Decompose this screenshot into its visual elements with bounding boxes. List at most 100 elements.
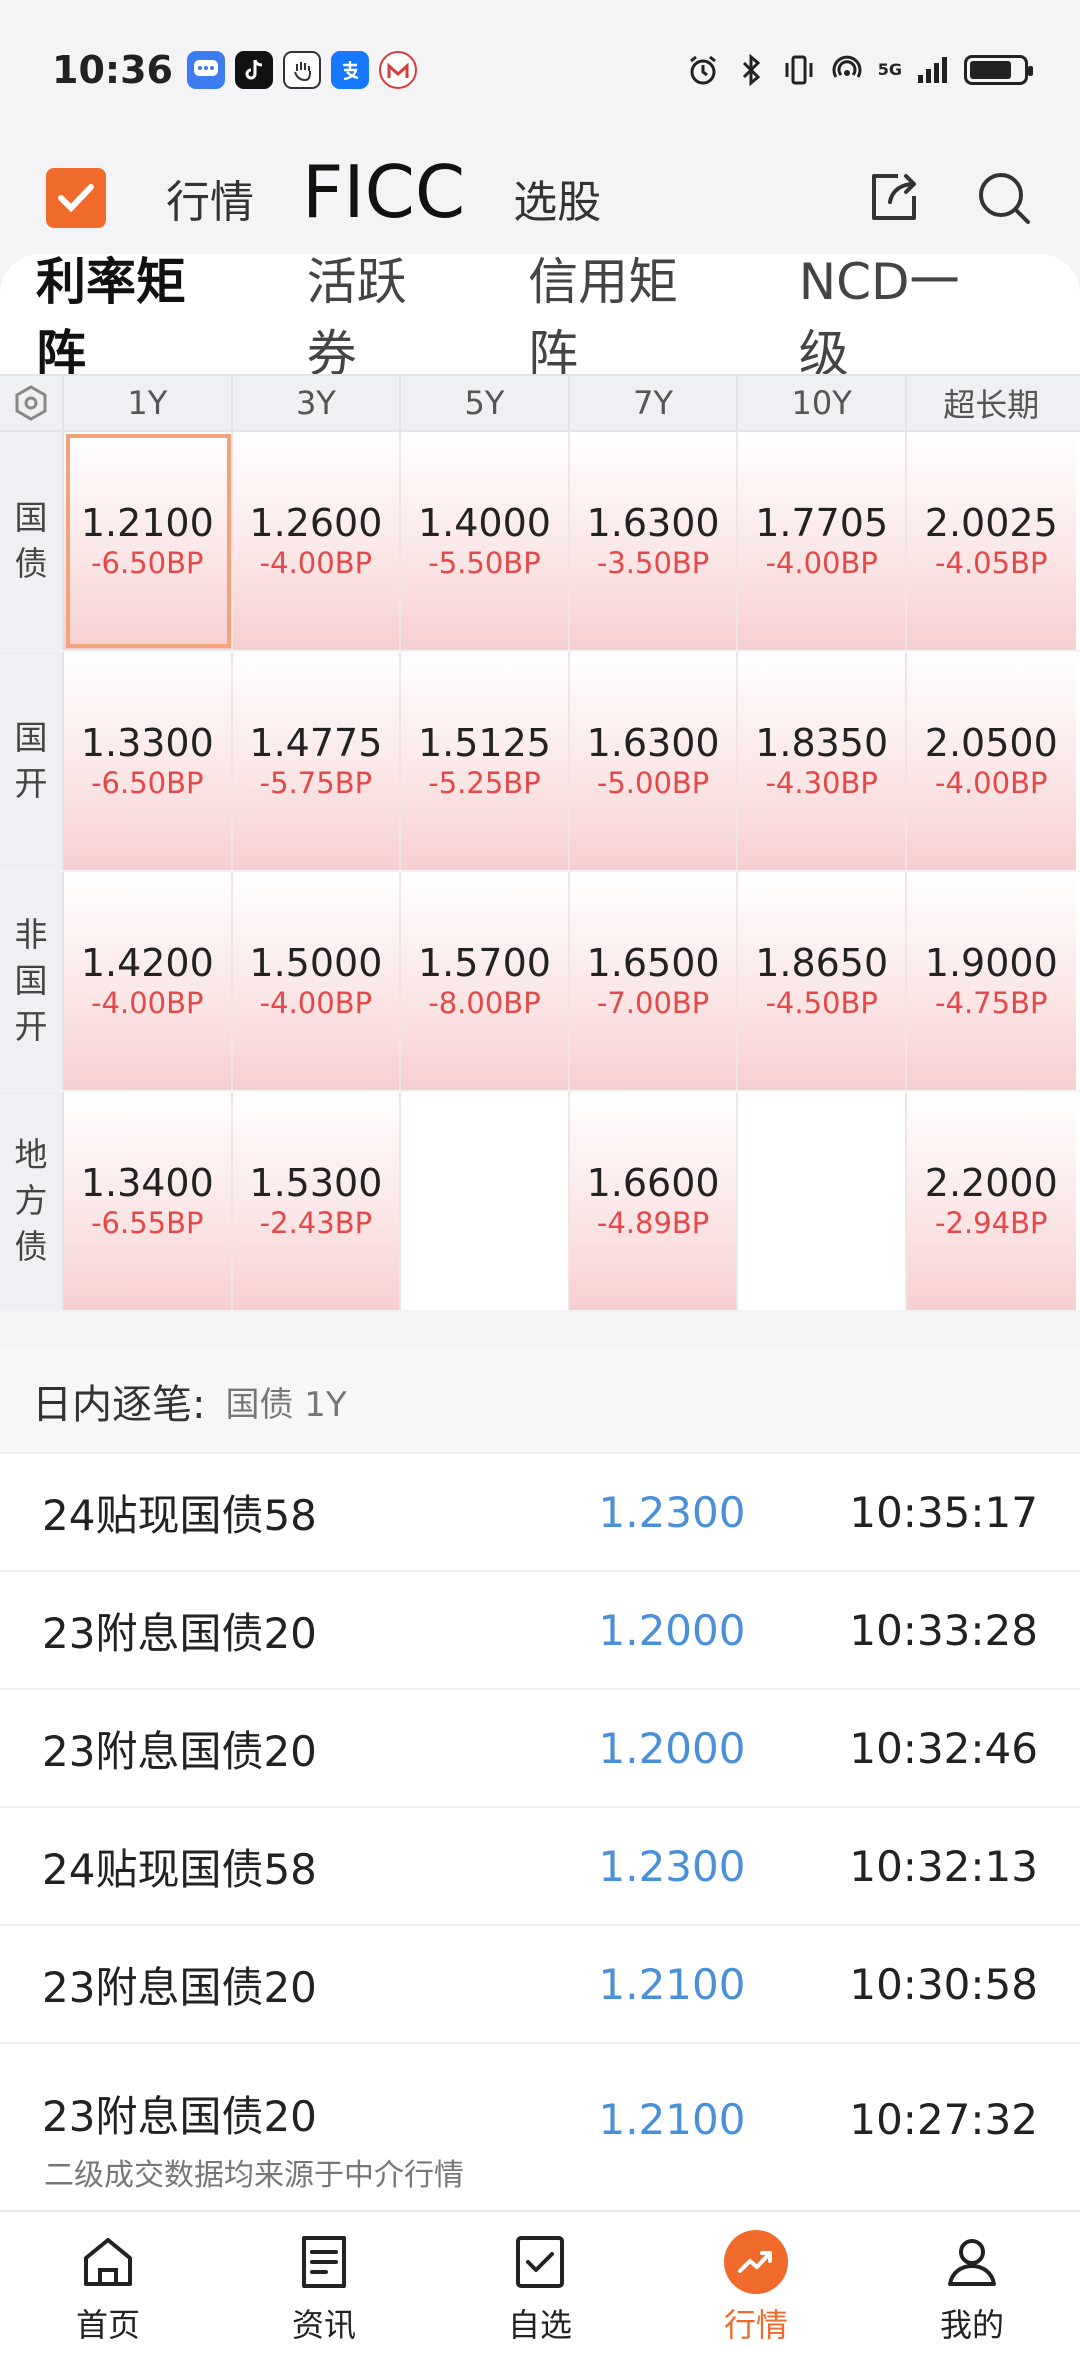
section-gap (0, 1312, 1080, 1350)
matrix-cell[interactable]: 1.6300 -5.00BP (569, 652, 739, 870)
matrix-cell[interactable]: 1.6500 -7.00BP (569, 872, 739, 1090)
bp-change: -4.89BP (596, 1206, 710, 1240)
matrix-cell[interactable]: 1.7705 -4.00BP (738, 432, 907, 650)
bp-change: -5.25BP (428, 766, 541, 800)
trade-row[interactable]: 24贴现国债58 1.2300 10:35:17 (0, 1454, 1080, 1572)
nav-home[interactable]: 首页 (0, 2212, 216, 2363)
trade-row[interactable]: 23附息国债20 1.2000 10:32:46 (0, 1690, 1080, 1808)
bp-change: -5.00BP (596, 766, 710, 800)
bluetooth-icon (742, 53, 760, 87)
nav-label: 行情 (723, 2305, 788, 2344)
app-logo-icon[interactable] (46, 168, 106, 228)
share-icon[interactable] (864, 168, 924, 228)
matrix-cell[interactable]: 2.0025 -4.05BP (906, 432, 1076, 650)
checkbox-icon (516, 2235, 564, 2288)
matrix-cell[interactable]: 1.8650 -4.50BP (738, 872, 907, 1090)
yield-value: 1.5000 (249, 941, 383, 985)
row-label-char: 国 (14, 718, 48, 757)
matrix-cell[interactable]: 1.9000 -4.75BP (906, 872, 1076, 1090)
matrix-cell[interactable]: 1.8350 -4.30BP (738, 652, 907, 870)
network-type: 5G (877, 60, 902, 79)
status-bar: 10:36 5G (0, 0, 1080, 140)
yield-value: 1.7705 (755, 501, 889, 545)
intraday-title: 日内逐笔: (32, 1382, 206, 1428)
bp-change: -6.50BP (91, 546, 204, 580)
matrix-cell[interactable]: 1.6300 -3.50BP (569, 432, 739, 650)
hand-app-icon (282, 51, 321, 89)
status-time: 10:36 (52, 48, 173, 92)
matrix-cell[interactable]: 1.4775 -5.75BP (232, 652, 402, 870)
intraday-selection: 国债 1Y (225, 1384, 347, 1425)
header-tab-stock-picker[interactable]: 选股 (513, 166, 601, 230)
matrix-cell[interactable]: 1.5000 -4.00BP (232, 872, 402, 1090)
trade-row[interactable]: 23附息国债20 1.2100 10:30:58 (0, 1926, 1080, 2044)
matrix-cell[interactable]: 1.2100 -6.50BP (64, 432, 233, 650)
row-label-char: 债 (14, 544, 48, 583)
nav-profile[interactable]: 我的 (864, 2212, 1080, 2363)
matrix-col-header: 超长期 (943, 386, 1040, 424)
row-label-char: 开 (14, 764, 48, 803)
hotspot-icon (832, 55, 862, 78)
bond-name: 23附息国债20 (42, 1726, 317, 1776)
matrix-cell[interactable]: 1.4200 -4.00BP (64, 872, 233, 1090)
matrix-row: 非国开 1.4200 -4.00BP 1.5000 -4.00BP 1.5700 -8.00… (0, 872, 1080, 1092)
nav-watchlist[interactable]: 自选 (432, 2212, 648, 2363)
subtab-active-bonds[interactable]: 活跃券 (307, 242, 454, 386)
battery-icon (964, 55, 1033, 85)
yield-value: 2.0025 (924, 501, 1058, 545)
trade-row[interactable]: 23附息国债20 1.2000 10:33:28 (0, 1572, 1080, 1690)
nav-label: 自选 (507, 2305, 572, 2344)
yield-value: 1.3400 (80, 1161, 214, 1205)
row-label-char: 非 (14, 915, 48, 954)
tiktok-app-icon (234, 51, 273, 89)
trade-time: 10:35:17 (849, 1487, 1038, 1537)
bp-change: -4.00BP (259, 546, 373, 580)
message-app-icon (186, 51, 225, 89)
trade-time: 10:32:13 (849, 1841, 1038, 1891)
bp-change: -4.30BP (765, 766, 878, 800)
subtab-ncd-primary[interactable]: NCD一级 (799, 242, 1006, 386)
matrix-cell[interactable]: 1.5700 -8.00BP (401, 872, 570, 1090)
subtab-credit-matrix[interactable]: 信用矩阵 (528, 242, 725, 386)
trade-row[interactable]: 24贴现国债58 1.2300 10:32:13 (0, 1808, 1080, 1926)
bp-change: -5.75BP (259, 766, 373, 800)
matrix-cell[interactable]: 1.3400 -6.55BP (64, 1092, 233, 1310)
subtab-rate-matrix[interactable]: 利率矩阵 (36, 242, 233, 414)
matrix-cell[interactable]: 2.0500 -4.00BP (906, 652, 1076, 870)
bond-name: 23附息国债20 (42, 1962, 317, 2012)
trade-time: 10:27:32 (849, 2095, 1038, 2144)
matrix-cell[interactable]: 2.2000 -2.94BP (906, 1092, 1076, 1310)
matrix-col-header: 10Y (738, 376, 907, 430)
matrix-cell[interactable]: 1.6600 -4.89BP (569, 1092, 739, 1310)
home-icon (84, 2237, 132, 2286)
matrix-row-label: 非国开 (0, 872, 64, 1090)
matrix-cell[interactable]: 1.5125 -5.25BP (401, 652, 570, 870)
yield-value: 1.2600 (249, 501, 383, 545)
matrix-cell[interactable]: 1.4000 -5.50BP (401, 432, 570, 650)
matrix-cell[interactable]: 1.2600 -4.00BP (232, 432, 402, 650)
bond-name: 23附息国债20 (42, 1608, 317, 1658)
bp-change: -4.50BP (765, 986, 878, 1020)
nav-market[interactable]: 行情 (648, 2212, 864, 2363)
bp-change: -4.00BP (765, 546, 878, 580)
bp-change: -3.50BP (596, 546, 710, 580)
matrix-col-header: 7Y (570, 376, 739, 430)
row-label-char: 开 (14, 1007, 48, 1046)
trade-price: 1.2300 (598, 1487, 746, 1537)
search-icon[interactable] (974, 168, 1034, 228)
matrix-cell[interactable]: 1.3300 -6.50BP (64, 652, 233, 870)
yield-value: 1.2100 (80, 501, 214, 545)
trade-price: 1.2100 (598, 1959, 746, 2009)
yield-value: 1.6300 (586, 501, 720, 545)
matrix-col-header: 1Y (64, 376, 233, 430)
header-tab-market[interactable]: 行情 (166, 166, 254, 230)
trade-row[interactable]: 23附息国债20 1.2100 10:27:32 (0, 2044, 1080, 2144)
yield-value: 1.5125 (418, 721, 551, 765)
matrix-settings-icon[interactable] (0, 376, 64, 430)
matrix-cell[interactable]: 1.5300 -2.43BP (232, 1092, 402, 1310)
header-tab-ficc[interactable]: FICC (302, 150, 465, 234)
bp-change: -4.00BP (935, 766, 1048, 800)
nav-news[interactable]: 资讯 (216, 2212, 432, 2363)
matrix-row-label: 地方债 (0, 1092, 64, 1310)
yield-value: 1.4000 (418, 501, 551, 545)
